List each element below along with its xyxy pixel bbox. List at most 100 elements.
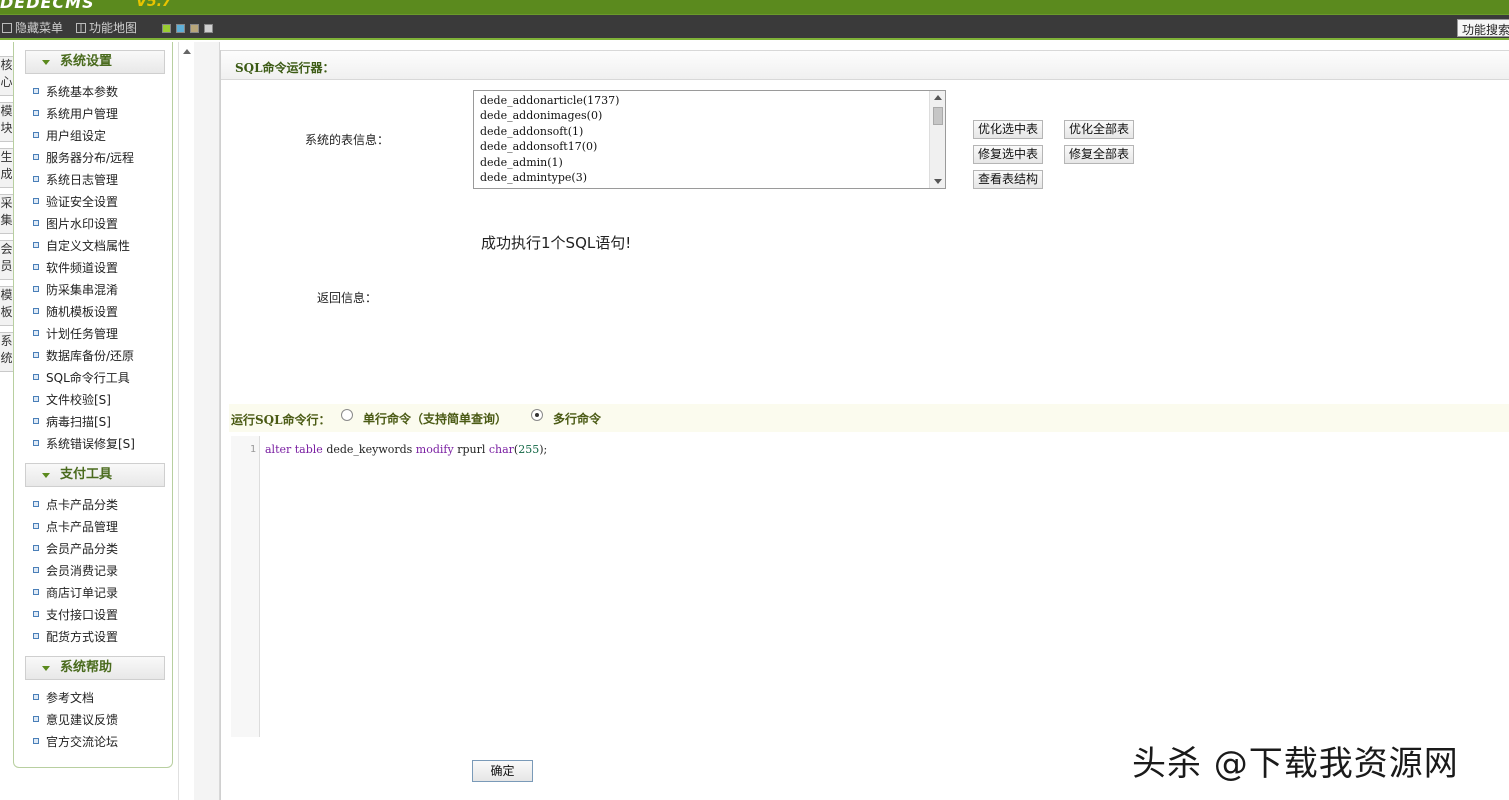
- sidebar-item-server-distribution[interactable]: 服务器分布/远程: [33, 148, 134, 166]
- collapse-icon: [42, 666, 50, 671]
- run-label: 运行SQL命令行：: [231, 413, 331, 427]
- sidebar-item-watermark[interactable]: 图片水印设置: [33, 214, 118, 232]
- sidebar-scrollbar[interactable]: [178, 42, 194, 800]
- hide-menu-button[interactable]: 隐藏菜单: [2, 19, 63, 36]
- sql-editor[interactable]: 1 alter table dede_keywords modify rpurl…: [231, 436, 1509, 737]
- table-list-select[interactable]: dede_addonarticle(1737) dede_addonimages…: [473, 90, 946, 189]
- bullet-icon: [33, 374, 39, 380]
- bullet-icon: [33, 567, 39, 573]
- table-list-scrollbar[interactable]: [929, 91, 945, 188]
- code-token: modify: [415, 443, 454, 456]
- sidebar-item-user-group[interactable]: 用户组设定: [33, 126, 106, 144]
- bullet-icon: [33, 545, 39, 551]
- sidebar-item-db-backup[interactable]: 数据库备份/还原: [33, 346, 134, 364]
- sidebar-item-basic-params[interactable]: 系统基本参数: [33, 82, 118, 100]
- sidebar-item-scheduled-tasks[interactable]: 计划任务管理: [33, 324, 118, 342]
- bullet-icon: [33, 440, 39, 446]
- scroll-thumb[interactable]: [933, 107, 943, 125]
- result-message: 成功执行1个SQL语句!: [481, 234, 632, 252]
- bullet-icon: [33, 611, 39, 617]
- sidebar-item-user-manage[interactable]: 系统用户管理: [33, 104, 118, 122]
- bullet-icon: [33, 501, 39, 507]
- section-payment-tools[interactable]: 支付工具: [25, 463, 165, 487]
- sidebar-item-system-log[interactable]: 系统日志管理: [33, 170, 118, 188]
- scroll-down-icon[interactable]: [934, 179, 942, 184]
- radio-multi-mode[interactable]: [531, 409, 543, 421]
- section-system-settings[interactable]: 系统设置: [25, 50, 165, 74]
- table-option[interactable]: dede_addonsoft17(0): [480, 140, 597, 153]
- sidebar-item-member-product[interactable]: 会员产品分类: [33, 539, 118, 557]
- optimize-selected-button[interactable]: 优化选中表: [973, 120, 1043, 139]
- tab-system[interactable]: 系统: [0, 332, 14, 372]
- function-map-button[interactable]: 功能地图: [76, 19, 137, 36]
- code-token: rpurl: [453, 443, 489, 456]
- table-option[interactable]: dede_addonarticle(1737): [480, 94, 619, 107]
- sidebar-item-error-repair[interactable]: 系统错误修复[S]: [33, 434, 135, 452]
- sidebar-item-payment-api[interactable]: 支付接口设置: [33, 605, 118, 623]
- sidebar-item-member-consume[interactable]: 会员消费记录: [33, 561, 118, 579]
- repair-all-button[interactable]: 修复全部表: [1064, 145, 1134, 164]
- bullet-icon: [33, 176, 39, 182]
- sidebar-menu: 系统设置 系统基本参数 系统用户管理 用户组设定 服务器分布/远程 系统日志管理…: [13, 42, 173, 768]
- function-search-button[interactable]: 功能搜索: [1457, 19, 1509, 37]
- bullet-icon: [33, 242, 39, 248]
- section-system-help[interactable]: 系统帮助: [25, 656, 165, 680]
- sidebar-item-card-category[interactable]: 点卡产品分类: [33, 495, 118, 513]
- bullet-icon: [33, 264, 39, 270]
- theme-swatch-blue[interactable]: [176, 24, 185, 33]
- scroll-up-icon[interactable]: [934, 95, 942, 100]
- table-option[interactable]: dede_addonimages(0): [480, 109, 602, 122]
- view-structure-button[interactable]: 查看表结构: [973, 170, 1043, 189]
- table-option[interactable]: dede_admin(1): [480, 156, 563, 169]
- sidebar-item-feedback[interactable]: 意见建议反馈: [33, 710, 118, 728]
- theme-swatch-brown[interactable]: [190, 24, 199, 33]
- radio-single-mode[interactable]: [341, 409, 353, 421]
- sidebar-item-docs[interactable]: 参考文档: [33, 688, 94, 706]
- sidebar-item-forum[interactable]: 官方交流论坛: [33, 732, 118, 750]
- bullet-icon: [33, 220, 39, 226]
- section-title: 系统设置: [60, 54, 113, 69]
- tab-template[interactable]: 模板: [0, 286, 14, 326]
- single-mode-label[interactable]: 单行命令（支持简单查询）: [363, 410, 507, 427]
- optimize-all-button[interactable]: 优化全部表: [1064, 120, 1134, 139]
- submit-button[interactable]: 确定: [472, 760, 533, 782]
- sidebar-item-sql-tool[interactable]: SQL命令行工具: [33, 368, 130, 386]
- tab-generate[interactable]: 生成: [0, 148, 14, 188]
- return-info-label: 返回信息：: [317, 291, 378, 305]
- theme-swatch-gray[interactable]: [204, 24, 213, 33]
- bullet-icon: [33, 308, 39, 314]
- top-header-bar: DEDECMS V5.7: [0, 0, 1509, 14]
- code-line[interactable]: alter table dede_keywords modify rpurl c…: [265, 443, 547, 456]
- table-option[interactable]: dede_admintype(3): [480, 171, 587, 184]
- sidebar-item-security[interactable]: 验证安全设置: [33, 192, 118, 210]
- grid-icon: [76, 22, 86, 33]
- sidebar-item-random-template[interactable]: 随机模板设置: [33, 302, 118, 320]
- tab-module[interactable]: 模块: [0, 102, 14, 142]
- tab-core[interactable]: 核心: [0, 56, 14, 96]
- section-title: 系统帮助: [60, 660, 113, 675]
- repair-selected-button[interactable]: 修复选中表: [973, 145, 1043, 164]
- theme-swatch-green[interactable]: [162, 24, 171, 33]
- bullet-icon: [33, 738, 39, 744]
- table-option[interactable]: dede_addonsoft(1): [480, 125, 583, 138]
- sidebar-item-custom-attr[interactable]: 自定义文档属性: [33, 236, 130, 254]
- sidebar-item-card-manage[interactable]: 点卡产品管理: [33, 517, 118, 535]
- scroll-up-icon[interactable]: [183, 49, 191, 54]
- bullet-icon: [33, 198, 39, 204]
- menu-icon: [2, 22, 12, 33]
- sidebar-item-anti-collect[interactable]: 防采集串混淆: [33, 280, 118, 298]
- bullet-icon: [33, 523, 39, 529]
- multi-mode-label[interactable]: 多行命令: [553, 410, 601, 427]
- sidebar-item-delivery[interactable]: 配货方式设置: [33, 627, 118, 645]
- sidebar-item-shop-orders[interactable]: 商店订单记录: [33, 583, 118, 601]
- tab-member[interactable]: 会员: [0, 240, 14, 280]
- tab-collect[interactable]: 采集: [0, 194, 14, 234]
- bullet-icon: [33, 154, 39, 160]
- sidebar-item-software-channel[interactable]: 软件频道设置: [33, 258, 118, 276]
- page-title: SQL命令运行器：: [235, 61, 335, 75]
- hide-menu-label: 隐藏菜单: [15, 21, 64, 35]
- logo-version: V5.7: [136, 0, 172, 10]
- sidebar-item-file-check[interactable]: 文件校验[S]: [33, 390, 111, 408]
- bullet-icon: [33, 396, 39, 402]
- sidebar-item-virus-scan[interactable]: 病毒扫描[S]: [33, 412, 111, 430]
